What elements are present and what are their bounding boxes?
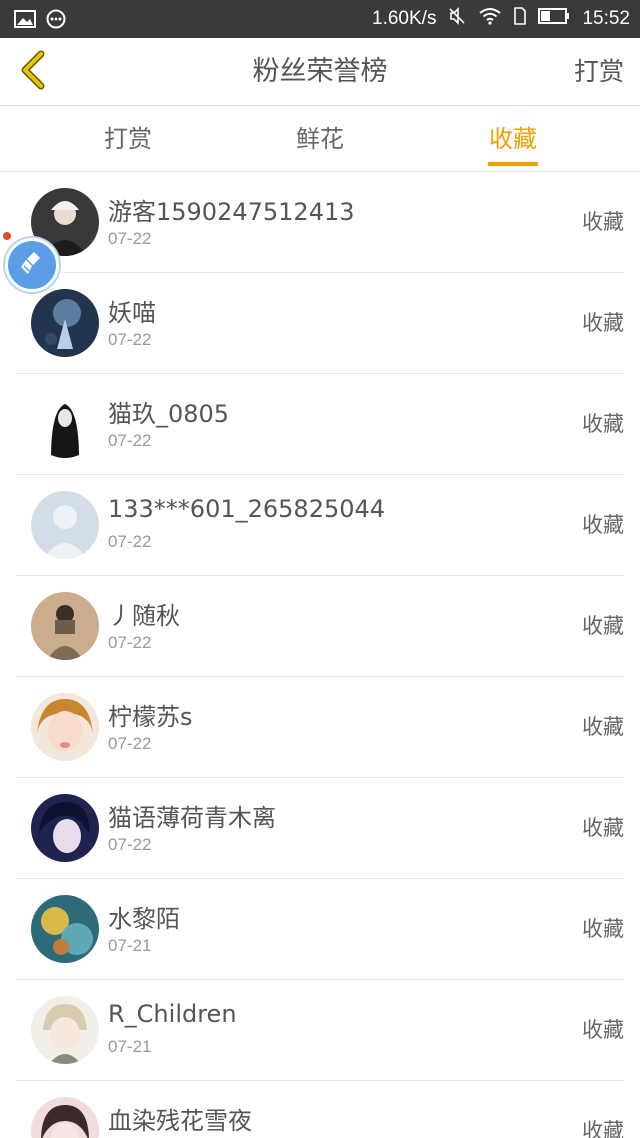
fan-action-label: 收藏 [582, 412, 624, 436]
tab-flowers[interactable]: 鲜花 [220, 106, 420, 172]
status-bar: 1.60K/s 15:52 [0, 0, 640, 38]
fan-date: 07-22 [108, 835, 152, 854]
notification-dot [3, 232, 11, 240]
fan-date: 07-22 [108, 330, 152, 349]
fan-name: 133***601_265825044 [108, 495, 386, 523]
fan-name: 游客1590247512413 [108, 198, 355, 226]
tip-button[interactable]: 打赏 [574, 38, 624, 106]
tab-label: 鲜花 [296, 125, 344, 153]
fan-action-label: 收藏 [582, 614, 624, 638]
image-icon [14, 10, 36, 32]
avatar [31, 390, 99, 458]
fan-date: 07-22 [108, 532, 152, 551]
tab-tip[interactable]: 打赏 [28, 106, 228, 172]
fan-name: 柠檬苏s [108, 703, 193, 731]
fan-action-label: 收藏 [582, 311, 624, 335]
fan-name: 水黎陌 [108, 905, 180, 933]
avatar [31, 592, 99, 660]
tab-favorites[interactable]: 收藏 [413, 106, 613, 172]
clock: 15:52 [582, 8, 630, 29]
fan-action-label: 收藏 [582, 1018, 624, 1042]
back-arrow-icon [17, 50, 47, 94]
fan-date: 07-22 [108, 633, 152, 652]
sim-card-icon [514, 7, 527, 31]
more-dots-icon [46, 9, 66, 33]
avatar [31, 289, 99, 357]
list-item[interactable]: 猫语薄荷青木离 07-22 收藏 [16, 778, 624, 879]
fan-date: 07-22 [108, 734, 152, 753]
fan-name: 猫语薄荷青木离 [108, 804, 276, 832]
fan-name: 猫玖_0805 [108, 400, 230, 428]
fan-date: 07-21 [108, 936, 152, 955]
mute-icon [448, 7, 466, 31]
wifi-icon [478, 7, 502, 31]
back-button[interactable] [10, 48, 54, 96]
list-item[interactable]: 133***601_265825044 07-22 收藏 [16, 475, 624, 576]
broom-icon [18, 249, 46, 281]
list-item[interactable]: R_Children 07-21 收藏 [16, 980, 624, 1081]
fan-list: 游客1590247512413 07-22 收藏 妖喵 07-22 收藏 猫玖_… [0, 172, 640, 1138]
avatar [31, 794, 99, 862]
fan-name: 丿随秋 [108, 602, 180, 630]
fan-name: 血染残花雪夜 [108, 1107, 252, 1135]
list-item[interactable]: 柠檬苏s 07-22 收藏 [16, 677, 624, 778]
list-item[interactable]: 血染残花雪夜 收藏 [16, 1081, 624, 1138]
avatar [31, 491, 99, 559]
avatar [31, 693, 99, 761]
avatar [31, 996, 99, 1064]
fan-name: R_Children [108, 1000, 237, 1028]
avatar [31, 1097, 99, 1138]
list-item[interactable]: 猫玖_0805 07-22 收藏 [16, 374, 624, 475]
battery-icon [538, 8, 570, 30]
fan-action-label: 收藏 [582, 715, 624, 739]
list-item[interactable]: 丿随秋 07-22 收藏 [16, 576, 624, 677]
tab-bar: 打赏 鲜花 收藏 [0, 106, 640, 172]
fan-name: 妖喵 [108, 299, 156, 327]
page-title: 粉丝荣誉榜 [252, 56, 388, 87]
fan-date: 07-22 [108, 229, 152, 248]
network-speed: 1.60K/s [372, 8, 437, 29]
fan-action-label: 收藏 [582, 917, 624, 941]
fan-action-label: 收藏 [582, 1119, 624, 1138]
list-item[interactable]: 游客1590247512413 07-22 收藏 [16, 172, 624, 273]
fan-action-label: 收藏 [582, 210, 624, 234]
fan-action-label: 收藏 [582, 816, 624, 840]
fan-date: 07-21 [108, 1037, 152, 1056]
active-tab-indicator [488, 162, 538, 166]
tab-label: 打赏 [104, 125, 152, 153]
fan-action-label: 收藏 [582, 513, 624, 537]
avatar [31, 895, 99, 963]
top-bar: 粉丝荣誉榜 打赏 [0, 38, 640, 106]
tab-label: 收藏 [489, 125, 537, 153]
list-item[interactable]: 水黎陌 07-21 收藏 [16, 879, 624, 980]
floating-cleaner-button[interactable] [5, 238, 59, 292]
list-item[interactable]: 妖喵 07-22 收藏 [16, 273, 624, 374]
fan-date: 07-22 [108, 431, 152, 450]
